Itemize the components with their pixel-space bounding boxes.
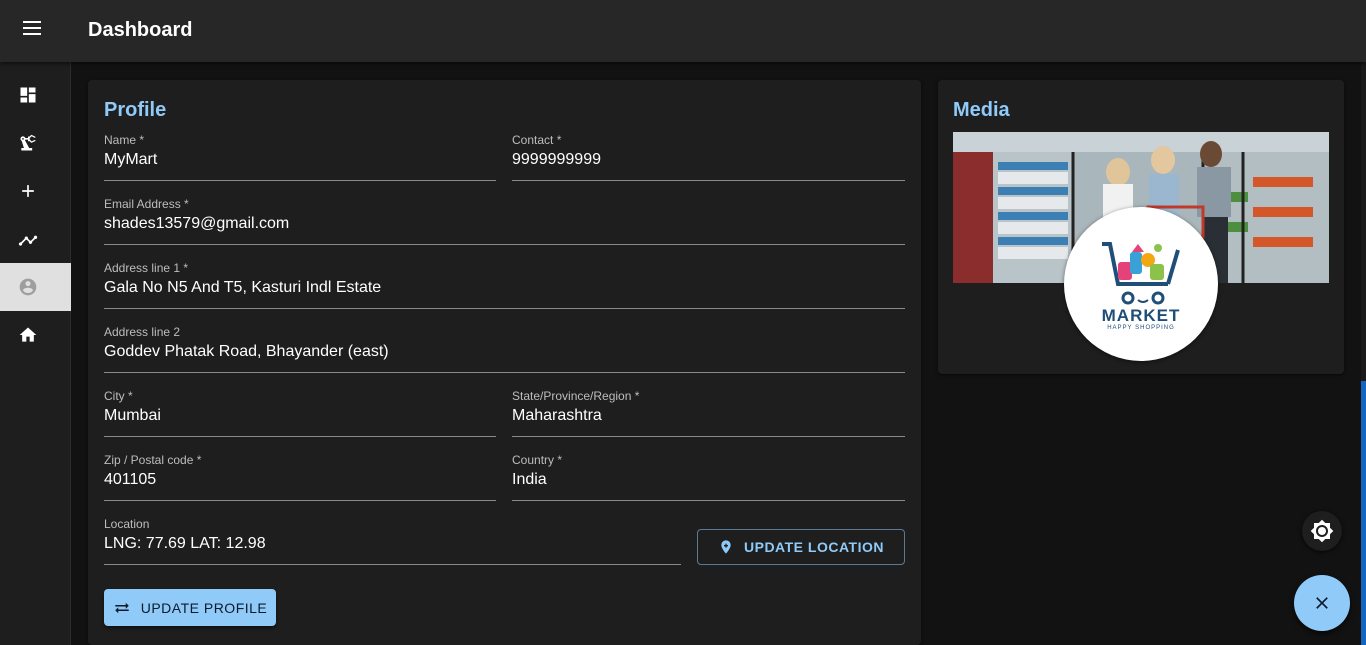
update-location-button[interactable]: UPDATE LOCATION [697, 529, 905, 565]
city-field[interactable]: City * Mumbai [104, 389, 496, 437]
name-field[interactable]: Name * MyMart [104, 133, 496, 181]
close-fab-button[interactable] [1294, 575, 1350, 631]
nav-drawer [0, 62, 71, 645]
location-pin-icon [721, 540, 731, 554]
zip-field[interactable]: Zip / Postal code * 401105 [104, 453, 496, 501]
address-line2-field[interactable]: Address line 2 Goddev Phatak Road, Bhaya… [104, 325, 905, 373]
logo-text: MARKET [1101, 305, 1181, 325]
nav-item-home[interactable] [0, 311, 71, 359]
dashboard-icon [20, 87, 36, 103]
address-line2-label: Address line 2 [104, 325, 181, 339]
city-value[interactable]: Mumbai [104, 407, 161, 425]
address-line1-value[interactable]: Gala No N5 And T5, Kasturi Indl Estate [104, 279, 381, 297]
nav-item-add[interactable] [0, 167, 71, 215]
address-line1-field[interactable]: Address line 1 * Gala No N5 And T5, Kast… [104, 261, 905, 309]
scrollbar-track[interactable] [1361, 62, 1366, 381]
location-field[interactable]: Location LNG: 77.69 LAT: 12.98 [104, 517, 681, 565]
contact-value[interactable]: 9999999999 [512, 151, 601, 169]
update-profile-label: UPDATE PROFILE [140, 599, 268, 616]
nav-item-dashboard[interactable] [0, 71, 71, 119]
email-value[interactable]: shades13579@gmail.com [104, 215, 289, 233]
address-line1-label: Address line 1 * [104, 261, 189, 275]
profile-title: Profile [104, 99, 167, 121]
trend-icon [18, 235, 38, 246]
media-title: Media [953, 99, 1010, 121]
contact-field[interactable]: Contact * 9999999999 [512, 133, 905, 181]
logo-subtext: HAPPY SHOPPING [1107, 324, 1175, 331]
account-circle-icon [19, 278, 37, 296]
state-field[interactable]: State/Province/Region * Maharashtra [512, 389, 905, 437]
scrollbar-thumb[interactable] [1361, 381, 1366, 645]
brightness-icon [1310, 519, 1334, 543]
zip-value[interactable]: 401105 [104, 471, 156, 489]
country-field[interactable]: Country * India [512, 453, 905, 501]
page-title: Dashboard [88, 19, 193, 41]
swap-arrows-icon [114, 602, 129, 613]
location-value[interactable]: LNG: 77.69 LAT: 12.98 [104, 535, 266, 553]
close-icon [1316, 597, 1328, 609]
menu-icon[interactable] [14, 13, 50, 43]
store-logo: MARKET HAPPY SHOPPING [1064, 207, 1218, 361]
location-label: Location [104, 517, 150, 531]
name-label: Name * [104, 133, 145, 147]
state-label: State/Province/Region * [512, 389, 640, 403]
zip-label: Zip / Postal code * [104, 453, 202, 467]
country-label: Country * [512, 453, 563, 467]
home-icon [19, 327, 37, 342]
nav-item-precision-manufacturing[interactable] [0, 119, 71, 167]
update-location-label: UPDATE LOCATION [744, 539, 884, 555]
city-label: City * [104, 389, 133, 403]
nav-item-analytics[interactable] [0, 215, 71, 263]
nav-item-account[interactable] [0, 263, 71, 311]
name-value[interactable]: MyMart [104, 151, 157, 169]
address-line2-value[interactable]: Goddev Phatak Road, Bhayander (east) [104, 343, 389, 361]
theme-toggle-button[interactable] [1302, 511, 1342, 551]
contact-label: Contact * [512, 133, 562, 147]
email-field[interactable]: Email Address * shades13579@gmail.com [104, 197, 905, 245]
robot-arm-icon [20, 134, 36, 151]
update-profile-button[interactable]: UPDATE PROFILE [104, 589, 276, 626]
app-bar: Dashboard [0, 0, 1366, 62]
email-label: Email Address * [104, 197, 189, 211]
plus-icon [22, 185, 34, 197]
state-value[interactable]: Maharashtra [512, 407, 602, 425]
country-value[interactable]: India [512, 471, 547, 489]
shopping-cart-logo-icon [1102, 241, 1180, 304]
